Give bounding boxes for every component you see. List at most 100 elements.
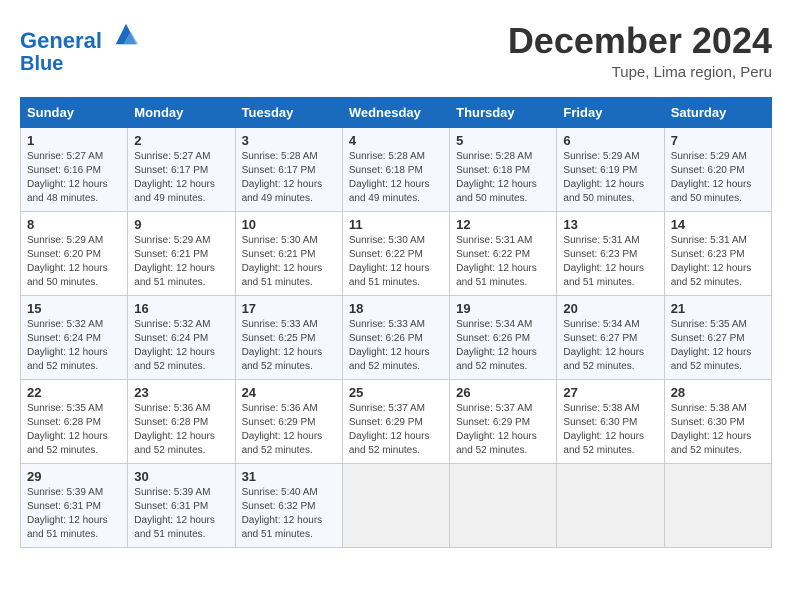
day-number: 21 [671, 301, 765, 316]
day-info: Sunrise: 5:29 AM Sunset: 6:21 PM Dayligh… [134, 234, 228, 290]
calendar-week-1: 1Sunrise: 5:27 AM Sunset: 6:16 PM Daylig… [21, 128, 772, 212]
day-info: Sunrise: 5:38 AM Sunset: 6:30 PM Dayligh… [563, 402, 657, 458]
calendar-week-5: 29 Sunrise: 5:39 AM Sunset: 6:31 PM Dayli… [21, 464, 772, 548]
day-info: Sunrise: 5:29 AM Sunset: 6:20 PM Dayligh… [671, 150, 765, 206]
day-number: 10 [242, 217, 336, 232]
calendar-cell [664, 464, 771, 548]
calendar-cell: 24 Sunrise: 5:36 AM Sunset: 6:29 PM Dayli… [235, 380, 342, 464]
location-subtitle: Tupe, Lima region, Peru [508, 64, 772, 81]
calendar-cell: 3 Sunrise: 5:28 AM Sunset: 6:17 PM Daylig… [235, 128, 342, 212]
calendar-cell: 15 Sunrise: 5:32 AM Sunset: 6:24 PM Dayli… [21, 296, 128, 380]
calendar-week-3: 15 Sunrise: 5:32 AM Sunset: 6:24 PM Dayli… [21, 296, 772, 380]
day-number: 4 [349, 133, 443, 148]
calendar-cell: 5 Sunrise: 5:28 AM Sunset: 6:18 PM Daylig… [450, 128, 557, 212]
weekday-header-thursday: Thursday [450, 98, 557, 128]
calendar-cell: 20 Sunrise: 5:34 AM Sunset: 6:27 PM Dayli… [557, 296, 664, 380]
day-number: 13 [563, 217, 657, 232]
calendar-cell: 14 Sunrise: 5:31 AM Sunset: 6:23 PM Dayli… [664, 212, 771, 296]
day-info: Sunrise: 5:30 AM Sunset: 6:21 PM Dayligh… [242, 234, 336, 290]
calendar-cell: 25Sunrise: 5:37 AM Sunset: 6:29 PM Dayli… [342, 380, 449, 464]
calendar-cell: 8Sunrise: 5:29 AM Sunset: 6:20 PM Daylig… [21, 212, 128, 296]
weekday-header-saturday: Saturday [664, 98, 771, 128]
day-info: Sunrise: 5:39 AM Sunset: 6:31 PM Dayligh… [134, 486, 228, 542]
day-number: 19 [456, 301, 550, 316]
page-header: General Blue December 2024 Tupe, Lima re… [20, 20, 772, 81]
calendar-cell: 13 Sunrise: 5:31 AM Sunset: 6:23 PM Dayli… [557, 212, 664, 296]
day-number: 28 [671, 385, 765, 400]
day-info: Sunrise: 5:32 AM Sunset: 6:24 PM Dayligh… [27, 318, 121, 374]
calendar-cell: 6 Sunrise: 5:29 AM Sunset: 6:19 PM Daylig… [557, 128, 664, 212]
day-info: Sunrise: 5:36 AM Sunset: 6:28 PM Dayligh… [134, 402, 228, 458]
weekday-header-friday: Friday [557, 98, 664, 128]
day-number: 5 [456, 133, 550, 148]
calendar-cell: 11 Sunrise: 5:30 AM Sunset: 6:22 PM Dayli… [342, 212, 449, 296]
day-info: Sunrise: 5:29 AM Sunset: 6:19 PM Dayligh… [563, 150, 657, 206]
calendar-cell: 29 Sunrise: 5:39 AM Sunset: 6:31 PM Dayli… [21, 464, 128, 548]
day-number: 1 [27, 133, 121, 148]
calendar-table: SundayMondayTuesdayWednesdayThursdayFrid… [20, 97, 772, 548]
day-info: Sunrise: 5:28 AM Sunset: 6:18 PM Dayligh… [456, 150, 550, 206]
calendar-cell: 28 Sunrise: 5:38 AM Sunset: 6:30 PM Dayli… [664, 380, 771, 464]
day-info: Sunrise: 5:34 AM Sunset: 6:26 PM Dayligh… [456, 318, 550, 374]
calendar-cell: 7 Sunrise: 5:29 AM Sunset: 6:20 PM Daylig… [664, 128, 771, 212]
day-info: Sunrise: 5:27 AM Sunset: 6:17 PM Dayligh… [134, 150, 228, 206]
month-title: December 2024 [508, 20, 772, 62]
weekday-header-monday: Monday [128, 98, 235, 128]
day-number: 6 [563, 133, 657, 148]
day-number: 15 [27, 301, 121, 316]
day-number: 3 [242, 133, 336, 148]
logo-blue: Blue [20, 53, 140, 75]
day-number: 14 [671, 217, 765, 232]
calendar-cell: 9 Sunrise: 5:29 AM Sunset: 6:21 PM Daylig… [128, 212, 235, 296]
day-number: 2 [134, 133, 228, 148]
calendar-cell: 19 Sunrise: 5:34 AM Sunset: 6:26 PM Dayli… [450, 296, 557, 380]
calendar-cell [342, 464, 449, 548]
day-number: 22 [27, 385, 121, 400]
calendar-week-2: 8Sunrise: 5:29 AM Sunset: 6:20 PM Daylig… [21, 212, 772, 296]
day-info: Sunrise: 5:37 AM Sunset: 6:29 PM Dayligh… [456, 402, 550, 458]
day-number: 27 [563, 385, 657, 400]
calendar-cell: 1Sunrise: 5:27 AM Sunset: 6:16 PM Daylig… [21, 128, 128, 212]
day-info: Sunrise: 5:30 AM Sunset: 6:22 PM Dayligh… [349, 234, 443, 290]
day-info: Sunrise: 5:33 AM Sunset: 6:26 PM Dayligh… [349, 318, 443, 374]
day-number: 25 [349, 385, 443, 400]
day-number: 12 [456, 217, 550, 232]
day-info: Sunrise: 5:40 AM Sunset: 6:32 PM Dayligh… [242, 486, 336, 542]
calendar-week-4: 22 Sunrise: 5:35 AM Sunset: 6:28 PM Dayli… [21, 380, 772, 464]
day-info: Sunrise: 5:32 AM Sunset: 6:24 PM Dayligh… [134, 318, 228, 374]
day-number: 9 [134, 217, 228, 232]
day-info: Sunrise: 5:35 AM Sunset: 6:27 PM Dayligh… [671, 318, 765, 374]
day-number: 8 [27, 217, 121, 232]
calendar-cell: 23 Sunrise: 5:36 AM Sunset: 6:28 PM Dayli… [128, 380, 235, 464]
day-number: 20 [563, 301, 657, 316]
day-info: Sunrise: 5:31 AM Sunset: 6:22 PM Dayligh… [456, 234, 550, 290]
day-number: 23 [134, 385, 228, 400]
calendar-cell: 31 Sunrise: 5:40 AM Sunset: 6:32 PM Dayli… [235, 464, 342, 548]
calendar-cell: 4Sunrise: 5:28 AM Sunset: 6:18 PM Daylig… [342, 128, 449, 212]
weekday-header-tuesday: Tuesday [235, 98, 342, 128]
calendar-cell: 30 Sunrise: 5:39 AM Sunset: 6:31 PM Dayli… [128, 464, 235, 548]
day-info: Sunrise: 5:35 AM Sunset: 6:28 PM Dayligh… [27, 402, 121, 458]
day-number: 31 [242, 469, 336, 484]
day-number: 18 [349, 301, 443, 316]
day-info: Sunrise: 5:39 AM Sunset: 6:31 PM Dayligh… [27, 486, 121, 542]
calendar-cell [557, 464, 664, 548]
day-number: 24 [242, 385, 336, 400]
calendar-cell: 27 Sunrise: 5:38 AM Sunset: 6:30 PM Dayli… [557, 380, 664, 464]
day-info: Sunrise: 5:31 AM Sunset: 6:23 PM Dayligh… [563, 234, 657, 290]
day-number: 7 [671, 133, 765, 148]
day-info: Sunrise: 5:36 AM Sunset: 6:29 PM Dayligh… [242, 402, 336, 458]
title-block: December 2024 Tupe, Lima region, Peru [508, 20, 772, 81]
calendar-cell: 18 Sunrise: 5:33 AM Sunset: 6:26 PM Dayli… [342, 296, 449, 380]
day-number: 30 [134, 469, 228, 484]
day-number: 29 [27, 469, 121, 484]
day-number: 11 [349, 217, 443, 232]
day-info: Sunrise: 5:38 AM Sunset: 6:30 PM Dayligh… [671, 402, 765, 458]
day-info: Sunrise: 5:28 AM Sunset: 6:17 PM Dayligh… [242, 150, 336, 206]
weekday-header-wednesday: Wednesday [342, 98, 449, 128]
day-number: 16 [134, 301, 228, 316]
day-info: Sunrise: 5:34 AM Sunset: 6:27 PM Dayligh… [563, 318, 657, 374]
day-info: Sunrise: 5:33 AM Sunset: 6:25 PM Dayligh… [242, 318, 336, 374]
calendar-cell: 21 Sunrise: 5:35 AM Sunset: 6:27 PM Dayli… [664, 296, 771, 380]
day-info: Sunrise: 5:31 AM Sunset: 6:23 PM Dayligh… [671, 234, 765, 290]
